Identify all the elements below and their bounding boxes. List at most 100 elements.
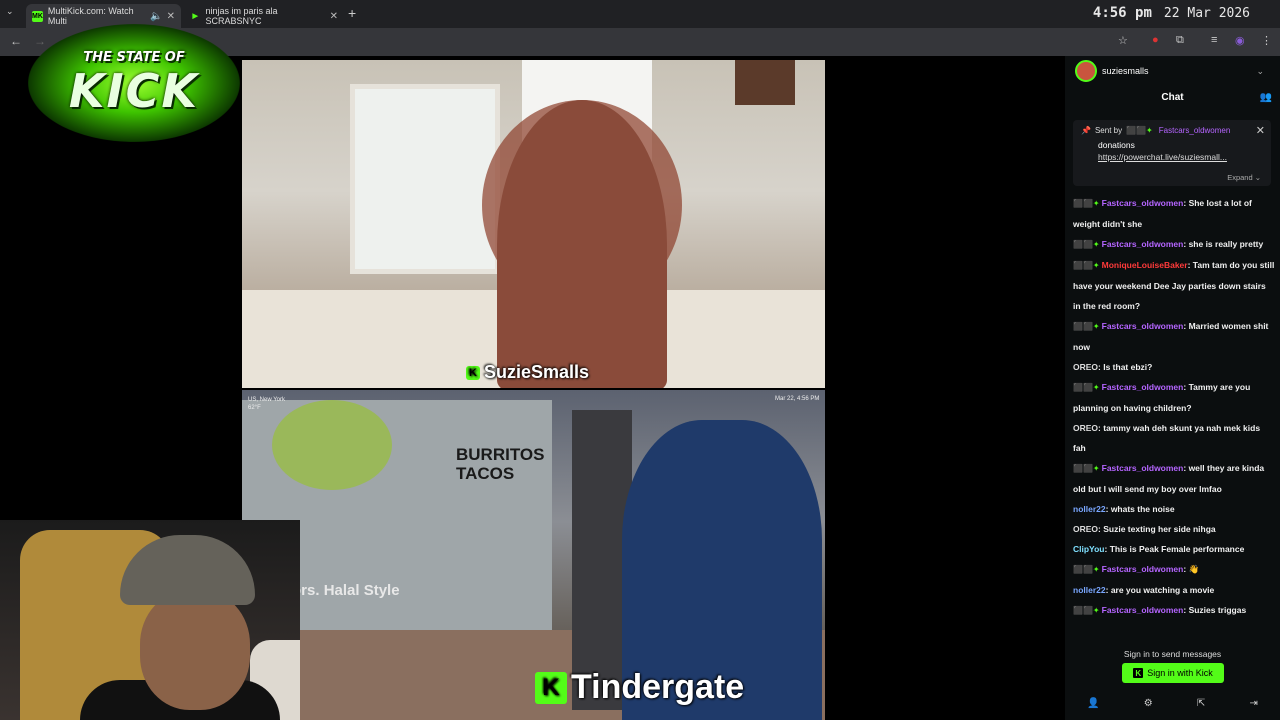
storefront-line: TACOS	[456, 464, 515, 483]
kick-logo-icon: K	[535, 671, 567, 704]
user-badges-icon: ⬛⬛✦	[1073, 240, 1100, 249]
tab-multikick[interactable]: MK MultiKick.com: Watch Multi 🔈 ✕	[26, 4, 181, 28]
stream-video-suziesmalls[interactable]	[242, 60, 825, 388]
chat-users-icon[interactable]: 👥	[1260, 92, 1272, 103]
pinned-text: donations	[1098, 140, 1135, 150]
pinned-link[interactable]: https://powerchat.live/suziesmall...	[1081, 152, 1263, 162]
streamer-name: Tindergate	[571, 668, 745, 706]
profile-avatar-icon[interactable]: ◉	[1235, 34, 1245, 47]
chat-message: ⬛⬛✦ Fastcars_oldwomen: Suzies triggas	[1073, 600, 1275, 621]
pinned-sender-name[interactable]: Fastcars_oldwomen	[1159, 126, 1231, 135]
chat-username[interactable]: Fastcars_oldwomen	[1102, 605, 1184, 615]
chat-username[interactable]: noller22	[1073, 585, 1106, 595]
sign-in-prompt: Sign in to send messages	[1123, 649, 1222, 659]
sent-by-label: Sent by	[1094, 126, 1123, 135]
chevron-down-icon[interactable]: ⌄	[1256, 66, 1264, 77]
pinned-sender-row: 📌 Sent by ⬛⬛✦ Fastcars_oldwomen	[1081, 126, 1263, 135]
chat-username[interactable]: Fastcars_oldwomen	[1102, 382, 1184, 392]
video-scene-window	[350, 84, 500, 274]
streamer-name: SuzieSmalls	[484, 362, 590, 382]
chat-username[interactable]: OREO	[1073, 362, 1098, 372]
chat-message: ClipYou: This is Peak Female performance	[1073, 539, 1275, 559]
chat-message-text: whats the noise	[1110, 504, 1175, 514]
stream-date-overlay: Mar 22, 4:56 PM	[775, 396, 820, 402]
user-badges-icon: ⬛⬛✦	[1073, 464, 1100, 473]
forward-icon[interactable]: →	[34, 34, 46, 48]
stream-location-overlay: US, New York 62°F	[248, 396, 285, 412]
settings-gear-icon[interactable]: ⚙	[1144, 698, 1153, 709]
storefront-text: BURRITOS TACOS	[456, 445, 544, 483]
chat-message: ⬛⬛✦ Fastcars_oldwomen: well they are kin…	[1073, 458, 1275, 499]
chat-message-text: Suzies triggas	[1188, 605, 1247, 615]
add-user-icon[interactable]: 👤	[1087, 698, 1099, 709]
chat-messages-list: ⬛⬛✦ Fastcars_oldwomen: She lost a lot of…	[1073, 193, 1275, 621]
video-scene-painting	[735, 60, 795, 105]
collapse-chat-icon[interactable]: ⇥	[1249, 698, 1257, 709]
chat-message-text: Suzie texting her side nihga	[1103, 524, 1216, 534]
tab-close-icon[interactable]: ✕	[167, 11, 175, 22]
state-of-kick-logo: THE STATE OF KICK	[28, 24, 240, 142]
multikick-favicon-icon: MK	[32, 10, 43, 22]
chat-channel-header[interactable]: suziesmalls ⌄	[1065, 56, 1280, 86]
chat-username[interactable]: Fastcars_oldwomen	[1102, 463, 1184, 473]
tab-search-icon[interactable]: ⌄	[6, 6, 14, 17]
bookmark-star-icon[interactable]: ☆	[1118, 34, 1128, 47]
stream-label-top: K SuzieSmalls	[466, 362, 589, 383]
webcam-scene-face	[140, 590, 250, 710]
chat-message: ⬛⬛✦ Fastcars_oldwomen: 👋	[1073, 559, 1275, 580]
chat-message: noller22: whats the noise	[1073, 499, 1275, 519]
expand-button[interactable]: Expand ⌄	[1227, 173, 1261, 182]
chat-username[interactable]: ClipYou	[1073, 544, 1104, 554]
chat-username[interactable]: noller22	[1073, 504, 1106, 514]
user-badges-icon: ⬛⬛✦	[1073, 565, 1100, 574]
browser-menu-icon[interactable]: ⋮	[1261, 34, 1272, 47]
tab-audio-icon[interactable]: 🔈	[150, 11, 162, 22]
sign-in-button[interactable]: K Sign in with Kick	[1122, 663, 1224, 683]
chat-message-text: This is Peak Female performance	[1109, 544, 1245, 554]
location-text: US, New York	[248, 397, 286, 403]
clock-overlay: 4:56 pm 22 Mar 2026	[1093, 5, 1250, 21]
new-tab-button[interactable]: +	[348, 5, 356, 21]
chat-message-text: 👋	[1188, 564, 1200, 574]
chat-message: ⬛⬛✦ Fastcars_oldwomen: She lost a lot of…	[1073, 193, 1275, 234]
expand-label: Expand	[1227, 173, 1253, 182]
temperature-text: 62°F	[248, 405, 261, 411]
back-icon[interactable]: ←	[10, 34, 22, 48]
chat-username[interactable]: Fastcars_oldwomen	[1102, 239, 1184, 249]
tab-label: MultiKick.com: Watch Multi	[47, 6, 134, 26]
user-badges-icon: ⬛⬛✦	[1073, 199, 1100, 208]
chat-username[interactable]: OREO	[1073, 524, 1098, 534]
logo-line1: THE STATE OF	[83, 50, 185, 65]
user-badges-icon: ⬛⬛✦	[1073, 322, 1100, 331]
popout-icon[interactable]: ⇱	[1197, 698, 1205, 709]
close-icon[interactable]: ✕	[1256, 124, 1265, 137]
tab-ninjas[interactable]: ▶ ninjas im paris ala SCRABSNYC ✕	[184, 4, 344, 28]
chat-message-text: Is that ebzi?	[1103, 362, 1153, 372]
chat-panel: suziesmalls ⌄ Chat 👥 📌 Sent by ⬛⬛✦ Fastc…	[1065, 56, 1280, 720]
extension-icon[interactable]: ●	[1152, 34, 1159, 46]
play-icon: ▶	[192, 13, 198, 20]
user-badges-icon: ⬛⬛✦	[1073, 383, 1100, 392]
kick-logo-icon: K	[466, 365, 480, 380]
user-badges-icon: ⬛⬛✦	[1073, 261, 1100, 270]
media-controls-icon[interactable]: ≡	[1211, 34, 1217, 46]
webcam-overlay	[0, 520, 300, 720]
channel-avatar	[1075, 60, 1097, 82]
chat-message: ⬛⬛✦ Fastcars_oldwomen: Tammy are you pla…	[1073, 377, 1275, 418]
tab-label: ninjas im paris ala SCRABSNYC	[205, 6, 278, 26]
extensions-puzzle-icon[interactable]: ⧉	[1176, 34, 1184, 47]
chat-username[interactable]: OREO	[1073, 423, 1098, 433]
stream-label-bottom: K Tindergate	[535, 668, 744, 707]
chat-username[interactable]: Fastcars_oldwomen	[1102, 321, 1184, 331]
sign-in-button-label: Sign in with Kick	[1147, 668, 1213, 678]
tab-close-icon[interactable]: ✕	[330, 11, 338, 22]
chat-username[interactable]: Fastcars_oldwomen	[1102, 564, 1184, 574]
chat-username[interactable]: MoniqueLouiseBaker	[1102, 260, 1188, 270]
clock-time: 4:56 pm	[1092, 5, 1152, 21]
logo-line2: KICK	[68, 64, 200, 118]
video-scene-streamer	[497, 100, 667, 388]
chat-message: OREO: Suzie texting her side nihga	[1073, 519, 1275, 539]
chat-message-text: are you watching a movie	[1110, 585, 1215, 595]
chat-username[interactable]: Fastcars_oldwomen	[1102, 198, 1184, 208]
user-badges-icon: ⬛⬛✦	[1126, 126, 1153, 135]
